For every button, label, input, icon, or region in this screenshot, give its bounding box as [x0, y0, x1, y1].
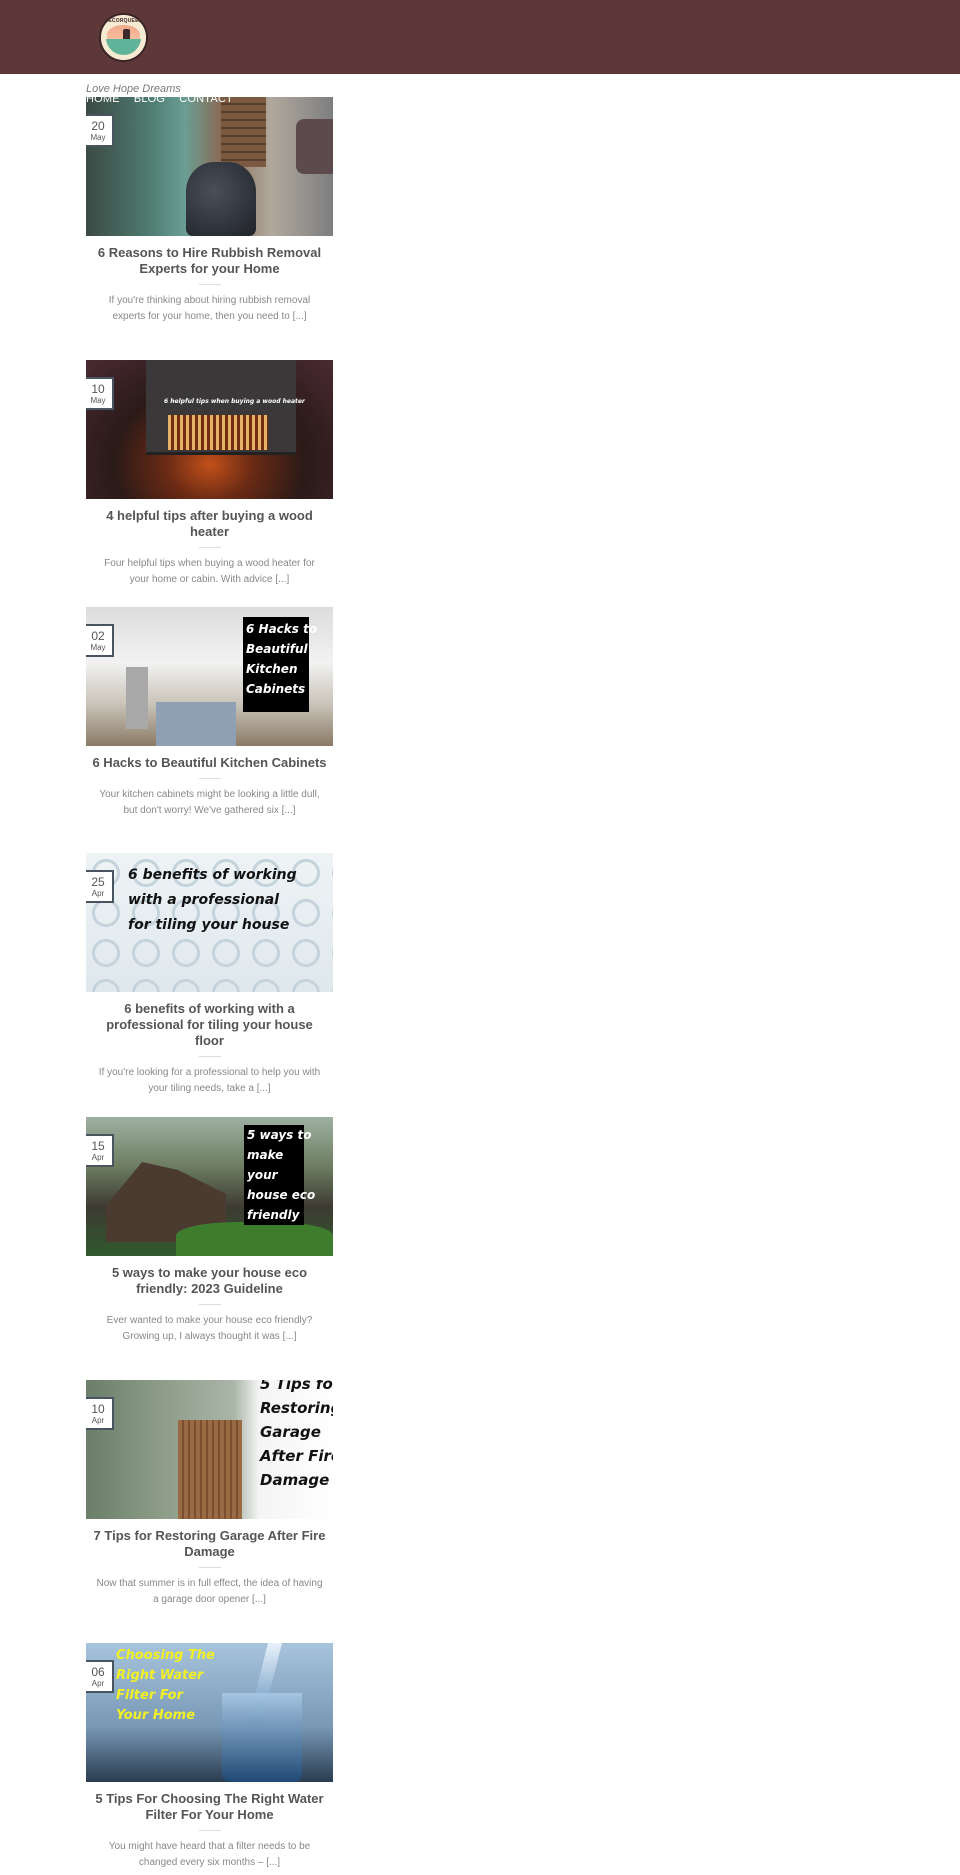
caption-line: for tiling your house — [128, 917, 290, 933]
caption-line: Choosing The — [116, 1648, 215, 1663]
date-month: Apr — [91, 1153, 105, 1162]
thumbnail-caption: Choosing The Right Water Filter For Your… — [116, 1646, 215, 1726]
main-nav: HOME BLOG CONTACT — [86, 93, 233, 105]
caption-line: your — [247, 1168, 278, 1182]
caption-line: Damage — [260, 1471, 330, 1489]
kitchen-island-graphic — [156, 702, 236, 746]
post-card: 6 helpful tips when buying a wood heater… — [86, 360, 333, 588]
garage-door-graphic — [178, 1420, 242, 1519]
post-excerpt: If you're thinking about hiring rubbish … — [108, 295, 311, 322]
date-badge: 10 May — [86, 377, 114, 410]
date-day: 20 — [91, 119, 105, 133]
post-card: Choosing The Right Water Filter For Your… — [86, 1643, 333, 1871]
date-day: 02 — [91, 629, 105, 643]
date-badge: 02 May — [86, 624, 114, 657]
post-title[interactable]: 4 helpful tips after buying a wood heate… — [86, 508, 333, 540]
date-day: 06 — [91, 1665, 105, 1679]
post-thumbnail[interactable]: 20 May — [86, 97, 333, 236]
post-card: 6 benefits of working with a professiona… — [86, 853, 333, 1097]
fridge-graphic — [126, 667, 148, 729]
date-badge: 10 Apr — [86, 1397, 114, 1430]
post-excerpt: Now that summer is in full effect, the i… — [96, 1578, 323, 1605]
thumbnail-caption: 6 Hacks to Beautiful Kitchen Cabinets — [246, 619, 317, 699]
post-excerpt: Ever wanted to make your house eco frien… — [106, 1315, 313, 1342]
post-excerpt: Your kitchen cabinets might be looking a… — [99, 789, 320, 816]
post-thumbnail[interactable]: 5 ways to make your house eco friendly 1… — [86, 1117, 333, 1256]
caption-line: Cabinets — [246, 682, 306, 696]
caption-line: make — [247, 1148, 284, 1162]
caption-line: 5 Tips for — [260, 1380, 333, 1393]
thumbnail-caption: 5 ways to make your house eco friendly — [247, 1125, 315, 1225]
date-day: 15 — [91, 1139, 105, 1153]
site-logo[interactable]: DECORQUEEN — [99, 13, 148, 62]
title-divider — [198, 1056, 221, 1057]
caption-line: 5 ways to — [247, 1128, 312, 1142]
date-month: May — [90, 396, 106, 405]
post-thumbnail[interactable]: 6 benefits of working with a professiona… — [86, 853, 333, 992]
post-thumbnail[interactable]: 5 Tips for Restoring Garage After Fire D… — [86, 1380, 333, 1519]
caption-line: Your Home — [116, 1708, 196, 1723]
date-month: Apr — [91, 1679, 105, 1688]
post-card: 6 Hacks to Beautiful Kitchen Cabinets 02… — [86, 607, 333, 819]
date-month: Apr — [91, 889, 105, 898]
caption-line: After Fire — [260, 1447, 333, 1465]
caption-line: with a professional — [128, 892, 280, 908]
title-divider — [198, 284, 221, 285]
glass-graphic — [222, 1693, 302, 1782]
date-badge: 15 Apr — [86, 1134, 114, 1167]
caption-line: Restoring — [260, 1399, 333, 1417]
caption-line: 6 Hacks to — [246, 622, 318, 636]
post-excerpt: You might have heard that a filter needs… — [108, 1841, 311, 1868]
post-title[interactable]: 7 Tips for Restoring Garage After Fire D… — [86, 1528, 333, 1560]
post-title[interactable]: 5 Tips For Choosing The Right Water Filt… — [86, 1791, 333, 1823]
caption-line: Filter For — [116, 1688, 183, 1703]
nav-home[interactable]: HOME — [86, 93, 120, 105]
post-card: 5 ways to make your house eco friendly 1… — [86, 1117, 333, 1345]
post-title[interactable]: 5 ways to make your house eco friendly: … — [86, 1265, 333, 1297]
stairs-graphic — [221, 97, 266, 167]
caption-line: Garage — [260, 1423, 321, 1441]
thumbnail-caption: 5 Tips for Restoring Garage After Fire D… — [260, 1380, 333, 1492]
post-title[interactable]: 6 Hacks to Beautiful Kitchen Cabinets — [86, 755, 333, 771]
title-divider — [198, 778, 221, 779]
rubbish-bags-graphic — [186, 162, 256, 236]
title-divider — [198, 547, 221, 548]
caption-line: Beautiful — [246, 642, 308, 656]
post-title[interactable]: 6 Reasons to Hire Rubbish Removal Expert… — [86, 245, 333, 277]
post-thumbnail[interactable]: 6 helpful tips when buying a wood heater… — [86, 360, 333, 499]
title-divider — [198, 1567, 221, 1568]
caption-line: house eco — [247, 1188, 316, 1202]
post-excerpt: Four helpful tips when buying a wood hea… — [104, 558, 315, 585]
title-divider — [198, 1830, 221, 1831]
post-thumbnail[interactable]: 6 Hacks to Beautiful Kitchen Cabinets 02… — [86, 607, 333, 746]
thumbnail-caption: 6 benefits of working with a professiona… — [128, 863, 297, 938]
date-month: Apr — [91, 1416, 105, 1425]
date-month: May — [90, 643, 106, 652]
caption-line: Right Water — [116, 1668, 204, 1683]
title-divider — [198, 1304, 221, 1305]
fire-graphic — [168, 415, 268, 450]
post-card: 5 Tips for Restoring Garage After Fire D… — [86, 1380, 333, 1608]
date-month: May — [90, 133, 106, 142]
date-day: 25 — [91, 875, 105, 889]
caption-line: friendly — [247, 1208, 300, 1222]
date-badge: 25 Apr — [86, 870, 114, 903]
logo-wordmark: DECORQUEEN — [104, 18, 143, 24]
bush-graphic — [176, 1222, 333, 1256]
post-thumbnail[interactable]: Choosing The Right Water Filter For Your… — [86, 1643, 333, 1782]
date-badge: 20 May — [86, 114, 114, 147]
date-badge: 06 Apr — [86, 1660, 114, 1693]
caption-line: Kitchen — [246, 662, 298, 676]
post-card: 20 May 6 Reasons to Hire Rubbish Removal… — [86, 97, 333, 325]
date-day: 10 — [91, 382, 105, 396]
caption-line: 6 benefits of working — [128, 867, 297, 883]
car-graphic — [296, 119, 333, 174]
post-excerpt: If you're looking for a professional to … — [98, 1067, 321, 1094]
nav-blog[interactable]: BLOG — [134, 93, 165, 105]
thumbnail-caption: 6 helpful tips when buying a wood heater — [164, 398, 305, 405]
nav-contact[interactable]: CONTACT — [179, 93, 233, 105]
date-day: 10 — [91, 1402, 105, 1416]
site-header: DECORQUEEN — [0, 0, 960, 74]
post-title[interactable]: 6 benefits of working with a professiona… — [86, 1001, 333, 1049]
